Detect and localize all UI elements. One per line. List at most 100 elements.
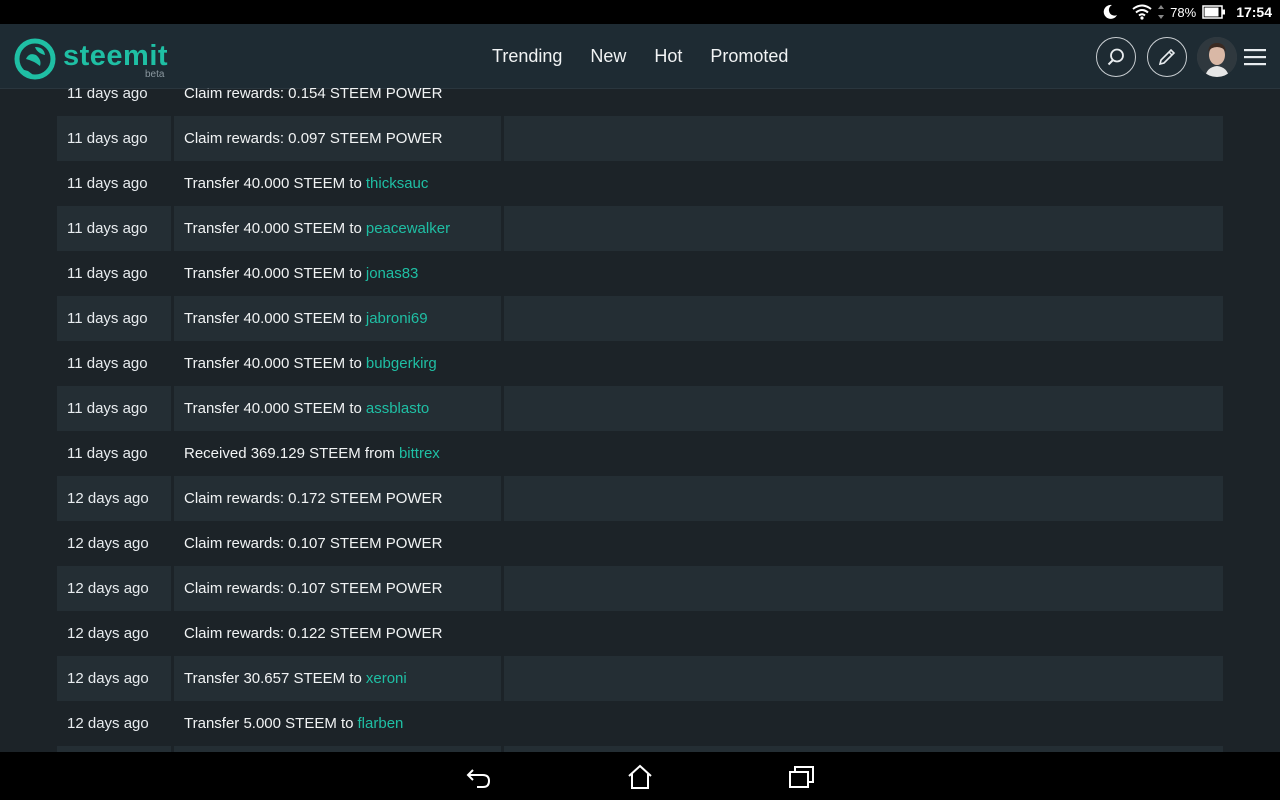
- battery-percent: 78%: [1170, 4, 1197, 20]
- table-row: 11 days ago Transfer 40.000 STEEM to assbl…: [57, 386, 1223, 431]
- home-icon[interactable]: [626, 763, 654, 791]
- row-text: Transfer 40.000 STEEM to: [184, 265, 362, 282]
- row-memo: [504, 251, 1223, 296]
- table-row: 12 days ago Claim rewards: 0.107 STEEM PO…: [57, 566, 1223, 611]
- account-link[interactable]: bittrex: [399, 445, 440, 462]
- menu-icon[interactable]: [1244, 47, 1266, 67]
- account-link[interactable]: jabroni69: [366, 310, 428, 327]
- row-text: Transfer 40.000 STEEM to: [184, 310, 362, 327]
- table-row: 11 days ago Transfer 40.000 STEEM to jonas…: [57, 251, 1223, 296]
- row-text: Transfer 40.000 STEEM to: [184, 175, 362, 192]
- row-text: Claim rewards: 0.172 STEEM POWER: [184, 490, 443, 507]
- row-date: 11 days ago: [67, 175, 148, 192]
- site-header: steemit beta Trending New Hot Promoted: [0, 24, 1280, 89]
- row-memo: [504, 386, 1223, 431]
- row-date: 12 days ago: [57, 566, 174, 611]
- wifi-icon: [1132, 4, 1152, 20]
- row-description: Transfer 30.657 STEEM to xeroni: [174, 656, 504, 701]
- account-link[interactable]: thicksauc: [366, 175, 429, 192]
- steemit-logo-icon: [14, 38, 56, 80]
- table-row: 12 days ago Claim rewards: 0.122 STEEM PO…: [57, 611, 1223, 656]
- row-text: Transfer 30.657 STEEM to: [184, 670, 362, 687]
- avatar-image: [1197, 37, 1237, 77]
- data-arrows-icon: [1158, 5, 1165, 19]
- row-text: Claim rewards: 0.107 STEEM POWER: [184, 580, 443, 597]
- row-memo: [504, 296, 1223, 341]
- search-icon: [1107, 48, 1124, 66]
- row-date: 12 days ago: [67, 715, 149, 732]
- table-row: 11 days ago Transfer 40.000 STEEM to bubge…: [57, 341, 1223, 386]
- edit-icon: [1158, 48, 1176, 66]
- table-row: 12 days ago Transfer 30.657 STEEM to xeron…: [57, 656, 1223, 701]
- row-description: Transfer 5.000 STEEM to flarben: [174, 701, 504, 746]
- row-date: 12 days ago: [67, 535, 149, 552]
- logo-beta: beta: [145, 69, 165, 80]
- row-description: Claim rewards: 0.172 STEEM POWER: [174, 476, 504, 521]
- row-description: Transfer 40.000 STEEM to peacewalker: [174, 206, 504, 251]
- row-text: Transfer 40.000 STEEM to: [184, 220, 362, 237]
- table-row: 12 days ago Claim rewards: 0.172 STEEM PO…: [57, 476, 1223, 521]
- recent-apps-icon[interactable]: [788, 763, 816, 791]
- nav-hot[interactable]: Hot: [640, 46, 696, 67]
- nav-trending[interactable]: Trending: [478, 46, 576, 67]
- row-memo: [504, 431, 1223, 476]
- moon-icon: [1103, 4, 1118, 19]
- row-memo: [504, 656, 1223, 701]
- row-memo: [504, 611, 1223, 656]
- account-link[interactable]: flarben: [358, 715, 404, 732]
- table-row: 11 days ago Claim rewards: 0.097 STEEM PO…: [57, 116, 1223, 161]
- search-button[interactable]: [1096, 37, 1136, 77]
- row-memo: [504, 206, 1223, 251]
- row-text: Claim rewards: 0.107 STEEM POWER: [184, 535, 443, 552]
- row-date: 11 days ago: [67, 355, 148, 372]
- row-memo: [504, 161, 1223, 206]
- row-text: Transfer 40.000 STEEM to: [184, 400, 362, 417]
- submit-post-button[interactable]: [1147, 37, 1187, 77]
- row-text: Received 369.129 STEEM from: [184, 445, 395, 462]
- row-text: Transfer 40.000 STEEM to: [184, 355, 362, 372]
- row-memo: [504, 341, 1223, 386]
- status-bar: 78% 17:54: [0, 0, 1280, 24]
- row-memo: [504, 476, 1223, 521]
- account-link[interactable]: jonas83: [366, 265, 419, 282]
- row-description: Claim rewards: 0.107 STEEM POWER: [174, 521, 504, 566]
- table-row: 11 days ago Transfer 40.000 STEEM to jabro…: [57, 296, 1223, 341]
- main-nav: Trending New Hot Promoted: [478, 24, 802, 88]
- row-date: 12 days ago: [57, 476, 174, 521]
- row-date: 11 days ago: [57, 206, 174, 251]
- wallet-history-table: 11 days ago Claim rewards: 0.154 STEEM PO…: [57, 88, 1223, 791]
- table-row: 11 days ago Received 369.129 STEEM from bi…: [57, 431, 1223, 476]
- row-text: Transfer 5.000 STEEM to: [184, 715, 354, 732]
- table-row: 11 days ago Transfer 40.000 STEEM to thick…: [57, 161, 1223, 206]
- table-row: 11 days ago Transfer 40.000 STEEM to peace…: [57, 206, 1223, 251]
- row-text: Claim rewards: 0.097 STEEM POWER: [184, 130, 443, 147]
- row-date: 11 days ago: [67, 445, 148, 462]
- nav-promoted[interactable]: Promoted: [696, 46, 802, 67]
- account-link[interactable]: bubgerkirg: [366, 355, 437, 372]
- system-nav-bar: [0, 752, 1280, 800]
- row-description: Received 369.129 STEEM from bittrex: [174, 431, 504, 476]
- nav-new[interactable]: New: [576, 46, 640, 67]
- row-description: Transfer 40.000 STEEM to jonas83: [174, 251, 504, 296]
- row-text: Claim rewards: 0.122 STEEM POWER: [184, 625, 443, 642]
- clock: 17:54: [1236, 4, 1272, 20]
- row-memo: [504, 116, 1223, 161]
- row-description: Transfer 40.000 STEEM to jabroni69: [174, 296, 504, 341]
- row-description: Transfer 40.000 STEEM to thicksauc: [174, 161, 504, 206]
- row-date: 11 days ago: [57, 116, 174, 161]
- battery-icon: [1202, 5, 1226, 19]
- row-date: 11 days ago: [67, 265, 148, 282]
- steemit-logo[interactable]: steemit beta: [14, 36, 174, 82]
- back-icon[interactable]: [465, 763, 493, 791]
- row-memo: [504, 521, 1223, 566]
- account-link[interactable]: assblasto: [366, 400, 429, 417]
- account-link[interactable]: peacewalker: [366, 220, 450, 237]
- row-date: 11 days ago: [57, 296, 174, 341]
- avatar[interactable]: [1197, 37, 1237, 77]
- row-date: 12 days ago: [67, 625, 149, 642]
- row-description: Claim rewards: 0.122 STEEM POWER: [174, 611, 504, 656]
- row-memo: [504, 701, 1223, 746]
- row-memo: [504, 566, 1223, 611]
- table-row: 12 days ago Claim rewards: 0.107 STEEM PO…: [57, 521, 1223, 566]
- account-link[interactable]: xeroni: [366, 670, 407, 687]
